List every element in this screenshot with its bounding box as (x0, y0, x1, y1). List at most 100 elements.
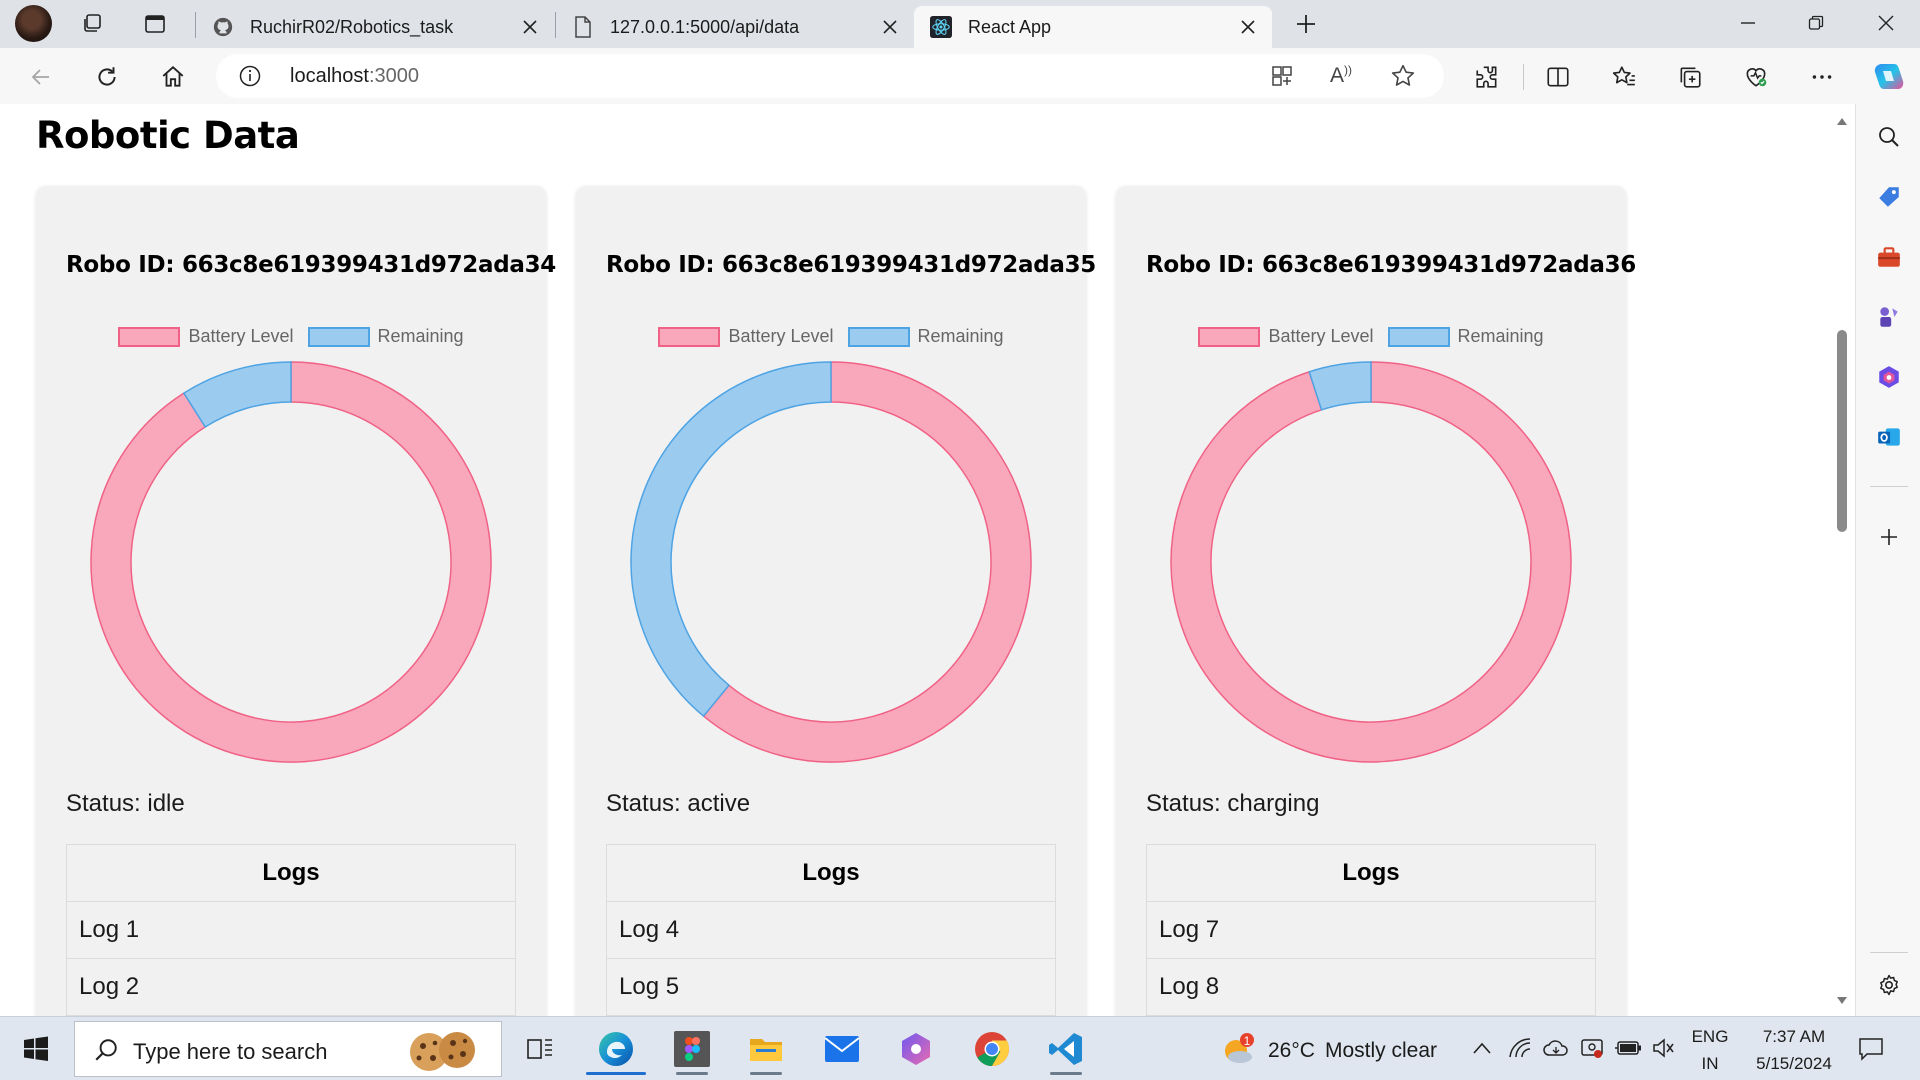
remaining-segment[interactable] (630, 361, 832, 718)
file-explorer-icon[interactable] (736, 1023, 796, 1075)
copilot-icon[interactable] (1868, 56, 1910, 98)
shopping-tag-icon[interactable] (1870, 178, 1908, 216)
new-tab-button[interactable] (1288, 6, 1324, 42)
weather-condition[interactable]: Mostly clear (1325, 1039, 1437, 1063)
home-button[interactable] (154, 58, 192, 96)
close-icon[interactable] (1234, 13, 1262, 41)
address-bar[interactable]: localhost:3000 A)) (216, 54, 1444, 98)
robot-id: Robo ID: 663c8e619399431d972ada36 (1146, 252, 1637, 278)
legend-item-remaining[interactable]: Remaining (307, 326, 464, 347)
legend-item-battery[interactable]: Battery Level (118, 326, 294, 347)
wifi-icon[interactable] (1508, 1037, 1532, 1059)
language-indicator[interactable]: ENG (1688, 1027, 1732, 1047)
split-screen-icon[interactable] (1539, 58, 1577, 96)
scroll-down-arrow-icon[interactable] (1836, 996, 1848, 1006)
extensions-icon[interactable] (1468, 58, 1506, 96)
robot-id: Robo ID: 663c8e619399431d972ada34 (66, 252, 557, 278)
minimize-button[interactable] (1714, 0, 1782, 46)
battery-doughnut-chart[interactable] (1166, 357, 1576, 767)
windows-taskbar: Type here to search 1 26°C Mostly clear (0, 1016, 1920, 1080)
legend-item-battery[interactable]: Battery Level (658, 326, 834, 347)
battery-doughnut-chart[interactable] (86, 357, 496, 767)
mail-icon[interactable] (812, 1023, 872, 1075)
chrome-icon[interactable] (962, 1023, 1022, 1075)
add-sidebar-app-icon[interactable] (1870, 518, 1908, 556)
outlook-icon[interactable] (1870, 418, 1908, 456)
restore-button[interactable] (1782, 0, 1850, 46)
remaining-segment[interactable] (1308, 361, 1372, 411)
volume-muted-icon[interactable] (1652, 1037, 1676, 1059)
tab-react-app[interactable]: React App (914, 6, 1272, 48)
browser-essentials-icon[interactable] (1737, 58, 1775, 96)
figma-icon[interactable] (662, 1023, 722, 1075)
task-view-icon[interactable] (510, 1023, 570, 1075)
profile-avatar[interactable] (15, 5, 52, 42)
back-button[interactable] (22, 58, 60, 96)
close-window-button[interactable] (1852, 0, 1920, 46)
logs-table: Logs Log 4 Log 5 (606, 844, 1056, 1016)
clock-date[interactable]: 5/15/2024 (1740, 1054, 1848, 1074)
cookie-icon (410, 1032, 475, 1071)
logs-table: Logs Log 7 Log 8 (1146, 844, 1596, 1016)
workspaces-icon[interactable] (74, 6, 110, 42)
log-row: Log 2 (67, 959, 515, 1016)
vscode-icon[interactable] (1036, 1023, 1096, 1075)
remaining-segment[interactable] (182, 361, 292, 428)
logs-header: Logs (67, 845, 515, 902)
react-icon (930, 16, 952, 38)
legend-item-remaining[interactable]: Remaining (847, 326, 1004, 347)
meet-now-icon[interactable] (1580, 1036, 1604, 1060)
weather-alert-badge: 1 (1243, 1034, 1251, 1048)
chart-legend: Battery Level Remaining (36, 326, 546, 347)
info-icon[interactable] (238, 64, 262, 88)
log-row: Log 1 (67, 902, 515, 959)
region-indicator[interactable]: IN (1688, 1054, 1732, 1074)
read-aloud-icon[interactable]: A)) (1330, 63, 1352, 88)
logs-header: Logs (1147, 845, 1595, 902)
refresh-button[interactable] (88, 58, 126, 96)
log-row: Log 5 (607, 959, 1055, 1016)
tools-icon[interactable] (1870, 238, 1908, 276)
games-icon[interactable] (1870, 298, 1908, 336)
log-row: Log 7 (1147, 902, 1595, 959)
tab-api-data[interactable]: 127.0.0.1:5000/api/data (556, 6, 914, 48)
close-icon[interactable] (876, 13, 904, 41)
close-icon[interactable] (516, 13, 544, 41)
copilot-app-icon[interactable] (886, 1023, 946, 1075)
more-options-icon[interactable] (1803, 58, 1841, 96)
windows-start-icon[interactable] (6, 1023, 66, 1075)
collections-icon[interactable] (1671, 58, 1709, 96)
favorite-star-icon[interactable] (1390, 63, 1416, 89)
battery-icon[interactable] (1615, 1039, 1643, 1057)
search-icon[interactable] (1870, 118, 1908, 156)
favorites-icon[interactable] (1605, 58, 1643, 96)
settings-gear-icon[interactable] (1870, 966, 1908, 1004)
clock-time[interactable]: 7:37 AM (1740, 1027, 1848, 1047)
page-scrollbar[interactable] (1832, 112, 1852, 1012)
microsoft-365-icon[interactable] (1870, 358, 1908, 396)
scroll-up-arrow-icon[interactable] (1836, 116, 1848, 126)
robot-card: Robo ID: 663c8e619399431d972ada36 Batter… (1116, 186, 1636, 1016)
chevron-up-icon[interactable] (1472, 1041, 1492, 1055)
edge-icon[interactable] (586, 1023, 646, 1075)
battery-doughnut-chart[interactable] (626, 357, 1036, 767)
battery-level-segment[interactable] (90, 361, 492, 763)
tab-strip: RuchirR02/Robotics_task 127.0.0.1:5000/a… (0, 0, 1920, 48)
app-available-icon[interactable] (1270, 64, 1294, 88)
robot-status: Status: active (606, 790, 751, 817)
onedrive-cloud-icon[interactable] (1543, 1037, 1569, 1059)
legend-item-battery[interactable]: Battery Level (1198, 326, 1374, 347)
scrollbar-thumb[interactable] (1837, 330, 1847, 532)
tab-github[interactable]: RuchirR02/Robotics_task (196, 6, 554, 48)
weather-temperature[interactable]: 26°C (1268, 1039, 1315, 1063)
battery-level-segment[interactable] (1170, 361, 1572, 763)
tab-title: 127.0.0.1:5000/api/data (610, 16, 800, 37)
tab-title: React App (968, 16, 1052, 37)
notification-center-icon[interactable] (1858, 1037, 1884, 1061)
url-text[interactable]: localhost:3000 (290, 65, 419, 88)
taskbar-search-box[interactable]: Type here to search (74, 1021, 502, 1077)
vertical-tabs-icon[interactable] (137, 6, 173, 42)
legend-item-remaining[interactable]: Remaining (1387, 326, 1544, 347)
logs-header: Logs (607, 845, 1055, 902)
chart-legend: Battery Level Remaining (1116, 326, 1626, 347)
